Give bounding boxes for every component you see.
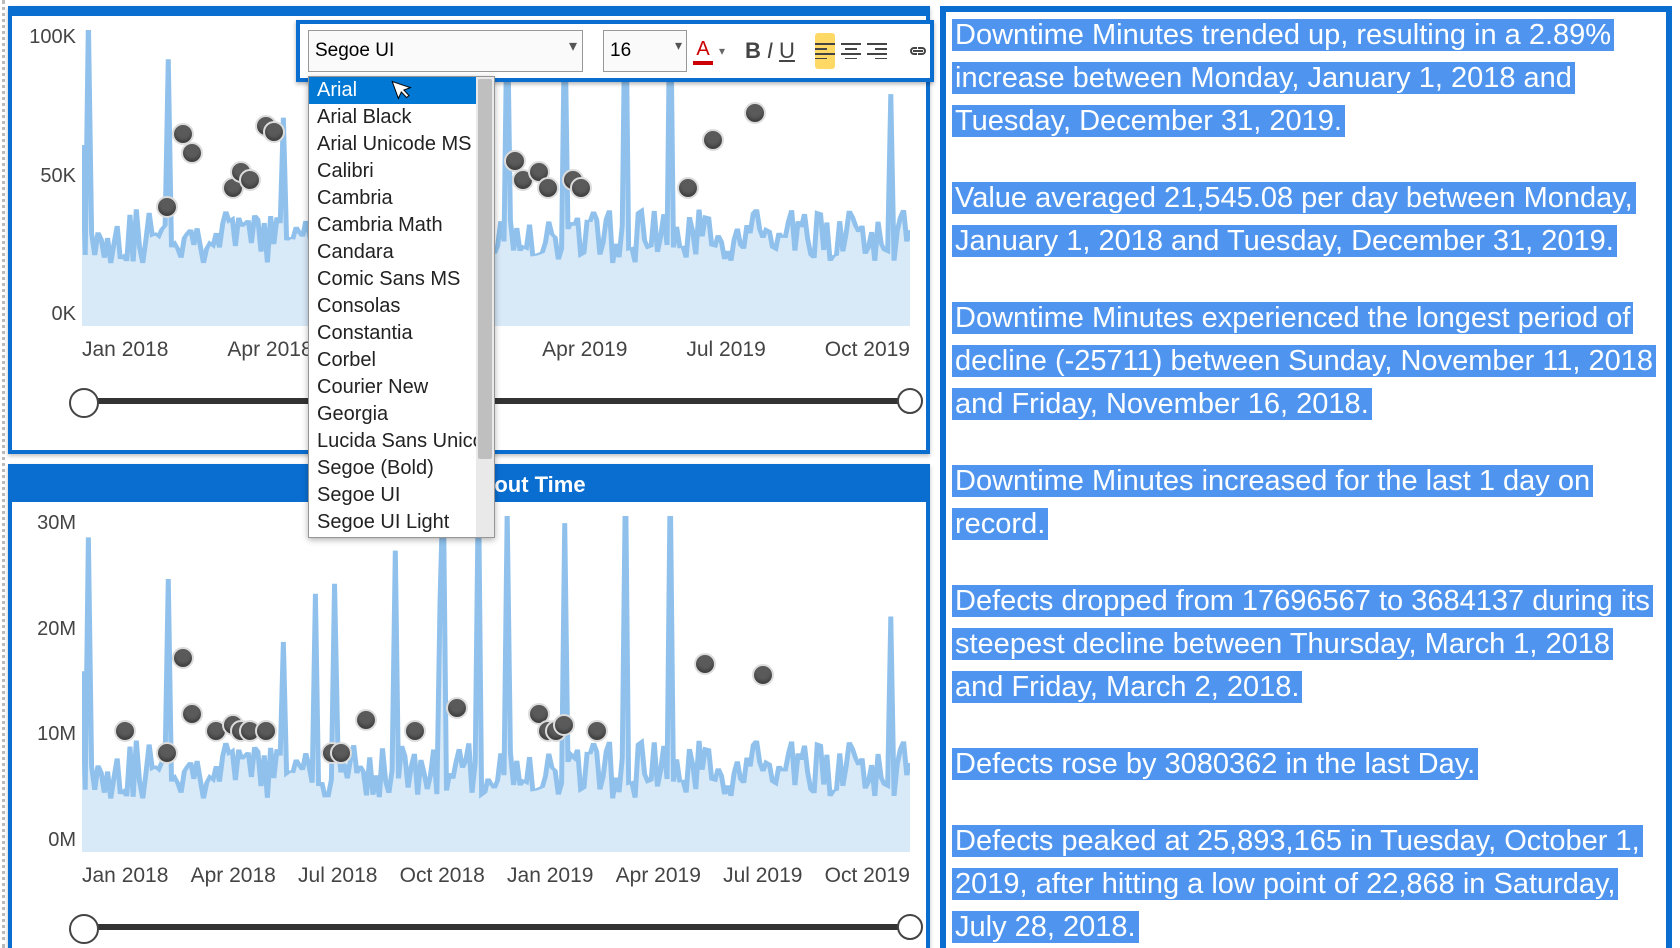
slider-handle-start[interactable]	[69, 914, 99, 944]
font-option[interactable]: Candara	[309, 239, 494, 266]
line-series	[82, 516, 910, 852]
anomaly-marker[interactable]	[537, 177, 559, 199]
align-center-button[interactable]	[841, 33, 861, 69]
y-axis: 100K 50K 0K	[14, 26, 76, 326]
font-option[interactable]: Arial Unicode MS	[309, 131, 494, 158]
align-right-icon	[867, 43, 887, 59]
font-color-button[interactable]: A	[693, 33, 713, 69]
font-size-select[interactable]	[603, 30, 687, 72]
smart-narrative-panel[interactable]: Downtime Minutes trended up, resulting i…	[940, 6, 1672, 948]
anomaly-marker[interactable]	[181, 142, 203, 164]
slider-handle-end[interactable]	[897, 914, 923, 940]
font-option[interactable]: Georgia	[309, 401, 494, 428]
x-tick: Apr 2018	[227, 338, 312, 362]
page-margin-guide	[2, 0, 5, 948]
x-tick: Jan 2019	[507, 864, 593, 888]
scrollbar-thumb[interactable]	[478, 79, 492, 459]
y-tick: 30M	[37, 512, 76, 535]
insight-text[interactable]: Defects rose by 3080362 in the last Day.	[952, 745, 1660, 788]
time-range-slider[interactable]	[82, 398, 910, 404]
anomaly-marker[interactable]	[694, 653, 716, 675]
insight-text[interactable]: Defects peaked at 25,893,165 in Tuesday,…	[952, 822, 1660, 948]
anomaly-marker[interactable]	[355, 709, 377, 731]
font-option[interactable]: Cambria	[309, 185, 494, 212]
bold-button[interactable]: B	[745, 33, 761, 69]
x-tick: Jul 2018	[298, 864, 377, 888]
chart-plot-area[interactable]	[82, 516, 910, 852]
insight-text[interactable]: Defects dropped from 17696567 to 3684137…	[952, 582, 1660, 711]
anomaly-marker[interactable]	[752, 664, 774, 686]
x-tick: Apr 2018	[191, 864, 276, 888]
y-tick: 100K	[29, 26, 76, 49]
x-tick: Jul 2019	[723, 864, 802, 888]
x-tick: Apr 2019	[542, 338, 627, 362]
font-option[interactable]: Calibri	[309, 158, 494, 185]
font-option[interactable]: Lucida Sans Unicode	[309, 428, 494, 455]
x-axis: Jan 2018 Apr 2018 . 2019 Apr 2019 Jul 20…	[82, 338, 910, 362]
hyperlink-button[interactable]	[907, 33, 929, 69]
anomaly-marker[interactable]	[181, 703, 203, 725]
insight-text[interactable]: Downtime Minutes increased for the last …	[952, 462, 1660, 548]
font-option[interactable]: Comic Sans MS	[309, 266, 494, 293]
font-option[interactable]: Cambria Math	[309, 212, 494, 239]
align-right-button[interactable]	[867, 33, 887, 69]
y-tick: 10M	[37, 723, 76, 746]
align-left-button[interactable]	[815, 33, 835, 69]
anomaly-marker[interactable]	[330, 742, 352, 764]
slider-handle-end[interactable]	[897, 388, 923, 414]
insight-text[interactable]: Downtime Minutes trended up, resulting i…	[952, 16, 1660, 145]
x-tick: Oct 2018	[400, 864, 485, 888]
dropdown-scrollbar[interactable]	[476, 77, 494, 537]
font-option[interactable]: Symbol	[309, 536, 494, 538]
anomaly-marker[interactable]	[156, 196, 178, 218]
anomaly-marker[interactable]	[702, 129, 724, 151]
font-option[interactable]: Constantia	[309, 320, 494, 347]
insight-text[interactable]: Value averaged 21,545.08 per day between…	[952, 179, 1660, 265]
anomaly-marker[interactable]	[744, 102, 766, 124]
x-tick: Oct 2019	[825, 338, 910, 362]
align-left-icon	[815, 43, 835, 59]
x-axis: Jan 2018 Apr 2018 Jul 2018 Oct 2018 Jan …	[82, 864, 910, 888]
font-option[interactable]: Corbel	[309, 347, 494, 374]
font-option[interactable]: Courier New	[309, 374, 494, 401]
anomaly-marker[interactable]	[570, 177, 592, 199]
text-formatting-toolbar: ArialArial BlackArial Unicode MSCalibriC…	[296, 20, 934, 82]
align-center-icon	[841, 43, 861, 59]
y-tick: 0M	[48, 829, 76, 852]
y-axis: 30M 20M 10M 0M	[14, 512, 76, 852]
x-tick: Jan 2018	[82, 338, 168, 362]
font-option[interactable]: Segoe UI Light	[309, 509, 494, 536]
anomaly-marker[interactable]	[263, 121, 285, 143]
font-option[interactable]: Consolas	[309, 293, 494, 320]
font-option[interactable]: Segoe (Bold)	[309, 455, 494, 482]
slider-handle-start[interactable]	[69, 388, 99, 418]
anomaly-marker[interactable]	[255, 720, 277, 742]
font-family-dropdown[interactable]: ArialArial BlackArial Unicode MSCalibriC…	[308, 76, 495, 538]
anomaly-marker[interactable]	[586, 720, 608, 742]
anomaly-marker[interactable]	[404, 720, 426, 742]
time-range-slider[interactable]	[82, 924, 910, 930]
x-tick: Oct 2019	[825, 864, 910, 888]
italic-button[interactable]: I	[767, 33, 773, 69]
y-tick: 0K	[52, 303, 76, 326]
link-icon	[907, 44, 929, 58]
font-family-select[interactable]	[308, 30, 583, 72]
font-option[interactable]: Arial Black	[309, 104, 494, 131]
anomaly-marker[interactable]	[239, 169, 261, 191]
underline-button[interactable]: U	[779, 33, 795, 69]
font-option[interactable]: Segoe UI	[309, 482, 494, 509]
y-tick: 20M	[37, 618, 76, 641]
y-tick: 50K	[40, 165, 76, 188]
x-tick: Apr 2019	[616, 864, 701, 888]
insight-text[interactable]: Downtime Minutes experienced the longest…	[952, 299, 1660, 428]
x-tick: Jul 2019	[686, 338, 765, 362]
anomaly-marker[interactable]	[446, 697, 468, 719]
anomaly-marker[interactable]	[156, 742, 178, 764]
x-tick: Jan 2018	[82, 864, 168, 888]
